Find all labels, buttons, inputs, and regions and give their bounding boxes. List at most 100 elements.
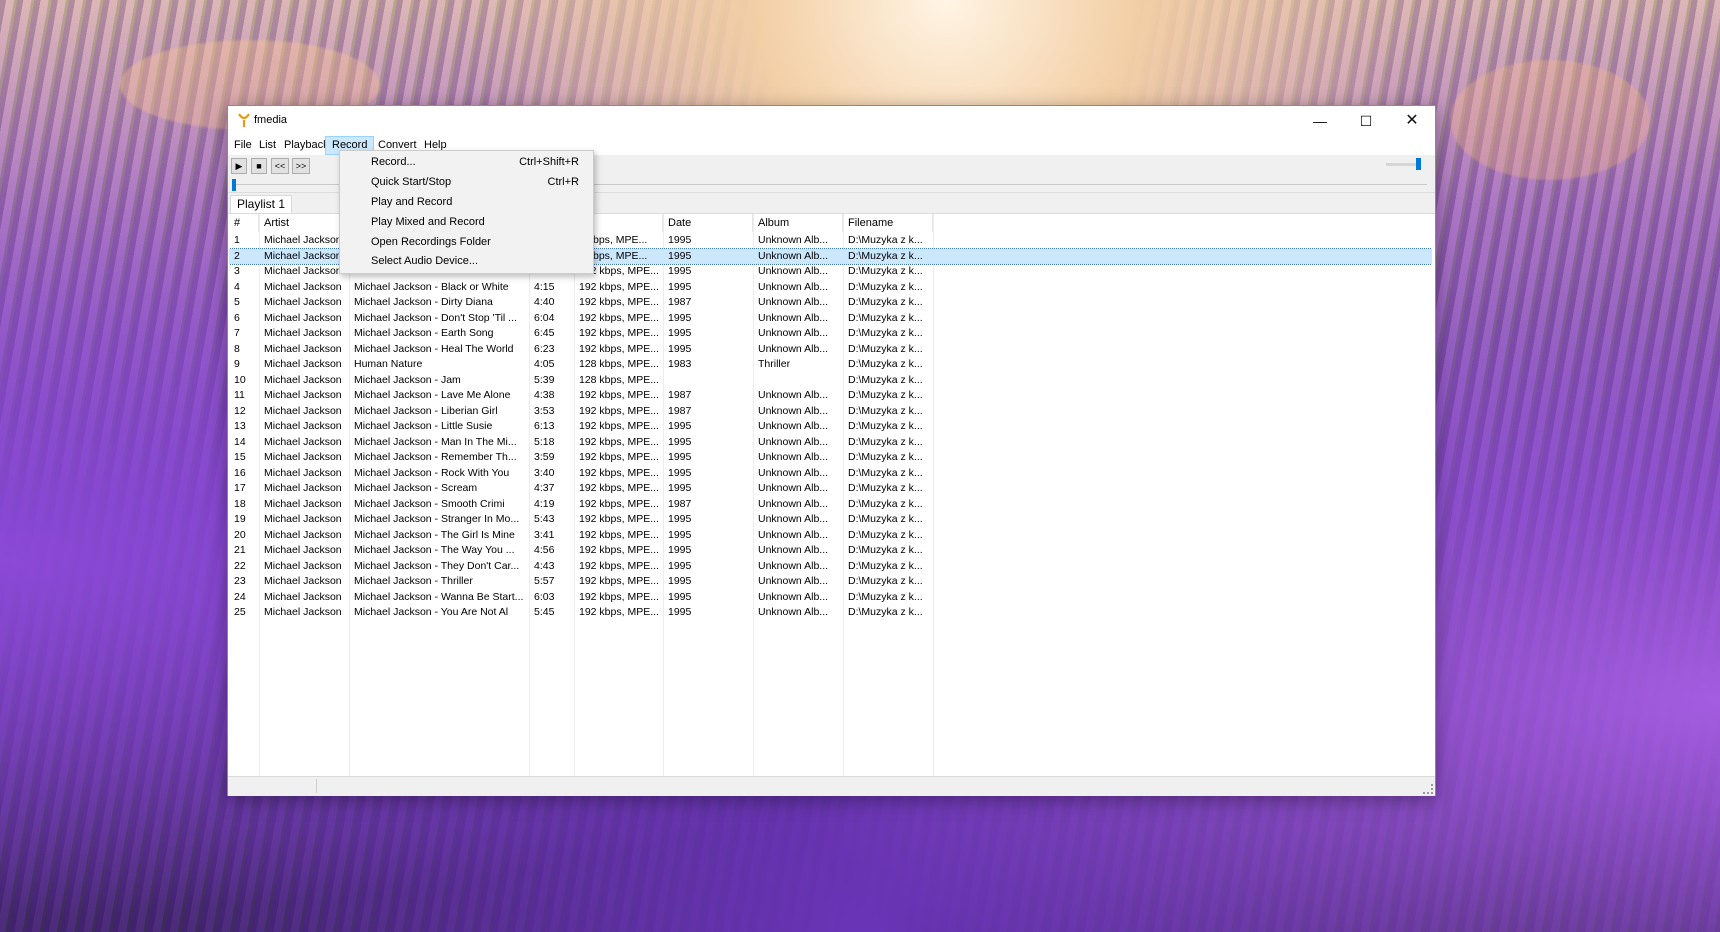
table-row[interactable]: 16 Michael Jackson Michael Jackson - Rock …	[229, 466, 1432, 482]
cell-number: 10	[234, 373, 246, 386]
table-row[interactable]: 6 Michael Jackson Michael Jackson - Don't …	[229, 311, 1432, 327]
cell-album: Unknown Alb...	[758, 513, 829, 525]
cell-length: 5:57	[534, 575, 555, 587]
cell-number: 22	[234, 559, 246, 572]
cell-artist: Michael Jackson	[264, 528, 342, 541]
title-bar[interactable]: fmedia — ☐ ✕	[228, 106, 1435, 136]
cell-date: 1995	[668, 513, 692, 525]
table-row[interactable]: 4 Michael Jackson Michael Jackson - Black …	[229, 280, 1432, 296]
cell-info: 192 kbps, MPE...	[579, 482, 659, 494]
cell-length: 4:40	[534, 296, 555, 308]
table-row[interactable]: 11 Michael Jackson Michael Jackson - Lave …	[229, 388, 1432, 404]
playlist-table[interactable]: # Artist Date Album Filename 1 Michael Ja…	[229, 214, 1432, 776]
table-row[interactable]: 18 Michael Jackson Michael Jackson - Smoot…	[229, 497, 1432, 513]
cell-number: 3	[234, 265, 240, 277]
cell-info: 192 kbps, MPE...	[579, 544, 659, 556]
cell-length: 6:13	[534, 420, 555, 432]
menu-item-play-mixed-and-record[interactable]: Play Mixed and Record	[340, 213, 593, 232]
cell-filename: D:\Muzyka z k...	[848, 606, 923, 618]
table-row[interactable]: 9 Michael Jackson Human Nature 4:05 128 kbps…	[229, 357, 1432, 373]
cell-filename: D:\Muzyka z k...	[848, 311, 923, 324]
menu-item-play-and-record[interactable]: Play and Record	[340, 193, 593, 212]
table-row[interactable]: 7 Michael Jackson Michael Jackson - Earth …	[229, 326, 1432, 342]
cell-album: Unknown Alb...	[758, 311, 829, 324]
cell-filename: D:\Muzyka z k...	[848, 358, 923, 370]
cell-artist: Michael Jackson	[264, 575, 342, 587]
cell-date: 1987	[668, 389, 692, 401]
minimize-button[interactable]: —	[1297, 106, 1343, 136]
cell-album: Unknown Alb...	[758, 389, 829, 401]
cell-filename: D:\Muzyka z k...	[848, 265, 923, 277]
cell-number: 9	[234, 358, 240, 370]
next-button[interactable]: >>	[292, 158, 310, 174]
cell-info: 192 kbps, MPE...	[579, 404, 659, 417]
cell-album: Unknown Alb...	[758, 249, 829, 262]
cell-number: 18	[234, 497, 246, 510]
cell-title: Michael Jackson - Stranger In Mo...	[354, 513, 520, 525]
cell-artist: Michael Jackson	[264, 466, 342, 479]
menu-item-open-recordings-folder[interactable]: Open Recordings Folder	[340, 233, 593, 252]
cell-title: Michael Jackson - Smooth Crimi	[354, 497, 505, 510]
cell-date: 1995	[668, 575, 692, 587]
column-header-filename[interactable]: Filename	[843, 214, 933, 232]
cell-number: 1	[234, 234, 240, 246]
previous-button[interactable]: <<	[271, 158, 289, 174]
table-row[interactable]: 14 Michael Jackson Michael Jackson - Man I…	[229, 435, 1432, 451]
cell-date: 1987	[668, 296, 692, 308]
cell-number: 13	[234, 420, 246, 432]
menu-item-quick-start-stop[interactable]: Quick Start/Stop Ctrl+R	[340, 173, 593, 192]
menu-item-record[interactable]: Record... Ctrl+Shift+R	[340, 153, 593, 172]
table-row[interactable]: 17 Michael Jackson Michael Jackson - Screa…	[229, 481, 1432, 497]
column-header-album[interactable]: Album	[753, 214, 843, 232]
status-bar	[228, 776, 1435, 796]
table-row[interactable]: 21 Michael Jackson Michael Jackson - The W…	[229, 543, 1432, 559]
resize-grip-icon[interactable]	[1423, 784, 1433, 794]
table-row[interactable]: 19 Michael Jackson Michael Jackson - Stran…	[229, 512, 1432, 528]
cell-album	[753, 373, 843, 389]
table-row[interactable]: 12 Michael Jackson Michael Jackson - Liber…	[229, 404, 1432, 420]
cell-filename: D:\Muzyka z k...	[848, 234, 923, 246]
cell-number: 15	[234, 451, 246, 463]
tab-playlist-1[interactable]: Playlist 1	[230, 195, 293, 213]
stop-button[interactable]: ■	[251, 158, 267, 174]
play-button[interactable]: ▶	[231, 158, 247, 174]
cell-info: 192 kbps, MPE...	[579, 327, 659, 339]
cell-info: 128 kbps, MPE...	[579, 358, 659, 370]
cell-album: Unknown Alb...	[758, 265, 829, 277]
column-header-artist[interactable]: Artist	[259, 214, 349, 232]
table-row[interactable]: 23 Michael Jackson Michael Jackson - Thril…	[229, 574, 1432, 590]
cell-length: 4:56	[534, 544, 555, 556]
column-header-date[interactable]: Date	[663, 214, 753, 232]
cell-album: Unknown Alb...	[758, 404, 829, 417]
table-row[interactable]: 25 Michael Jackson Michael Jackson - You A…	[229, 605, 1432, 621]
cell-title: Michael Jackson - Lave Me Alone	[354, 389, 511, 401]
cell-title: Michael Jackson - Remember Th...	[354, 451, 517, 463]
menu-item-select-audio-device[interactable]: Select Audio Device...	[340, 252, 593, 271]
close-button[interactable]: ✕	[1389, 106, 1435, 136]
volume-slider[interactable]	[1386, 163, 1420, 166]
table-row[interactable]: 13 Michael Jackson Michael Jackson - Littl…	[229, 419, 1432, 435]
table-row[interactable]: 20 Michael Jackson Michael Jackson - The G…	[229, 528, 1432, 544]
table-row[interactable]: 24 Michael Jackson Michael Jackson - Wanna…	[229, 590, 1432, 606]
cell-info: 192 kbps, MPE...	[579, 606, 659, 618]
cell-filename: D:\Muzyka z k...	[848, 590, 923, 603]
cell-filename: D:\Muzyka z k...	[848, 373, 923, 386]
cell-artist: Michael Jackson	[264, 513, 342, 525]
cell-length: 3:40	[534, 466, 555, 479]
cell-artist: Michael Jackson	[264, 544, 342, 556]
volume-slider-thumb[interactable]	[1416, 158, 1421, 170]
table-row[interactable]: 15 Michael Jackson Michael Jackson - Remem…	[229, 450, 1432, 466]
table-row[interactable]: 5 Michael Jackson Michael Jackson - Dirty …	[229, 295, 1432, 311]
seek-thumb[interactable]	[232, 179, 236, 191]
maximize-button[interactable]: ☐	[1343, 106, 1389, 136]
cell-info: 192 kbps, MPE...	[579, 311, 659, 324]
table-row[interactable]: 22 Michael Jackson Michael Jackson - They …	[229, 559, 1432, 575]
cell-title: Michael Jackson - Scream	[354, 482, 478, 494]
cell-filename: D:\Muzyka z k...	[848, 404, 923, 417]
column-header-number[interactable]: #	[229, 214, 259, 232]
cell-artist: Michael Jackson	[264, 404, 342, 417]
cell-artist: Michael Jackson	[264, 358, 342, 370]
table-row[interactable]: 8 Michael Jackson Michael Jackson - Heal T…	[229, 342, 1432, 358]
table-row[interactable]: 10 Michael Jackson Michael Jackson - Jam 5:…	[229, 373, 1432, 389]
cell-artist: Michael Jackson	[264, 265, 342, 277]
